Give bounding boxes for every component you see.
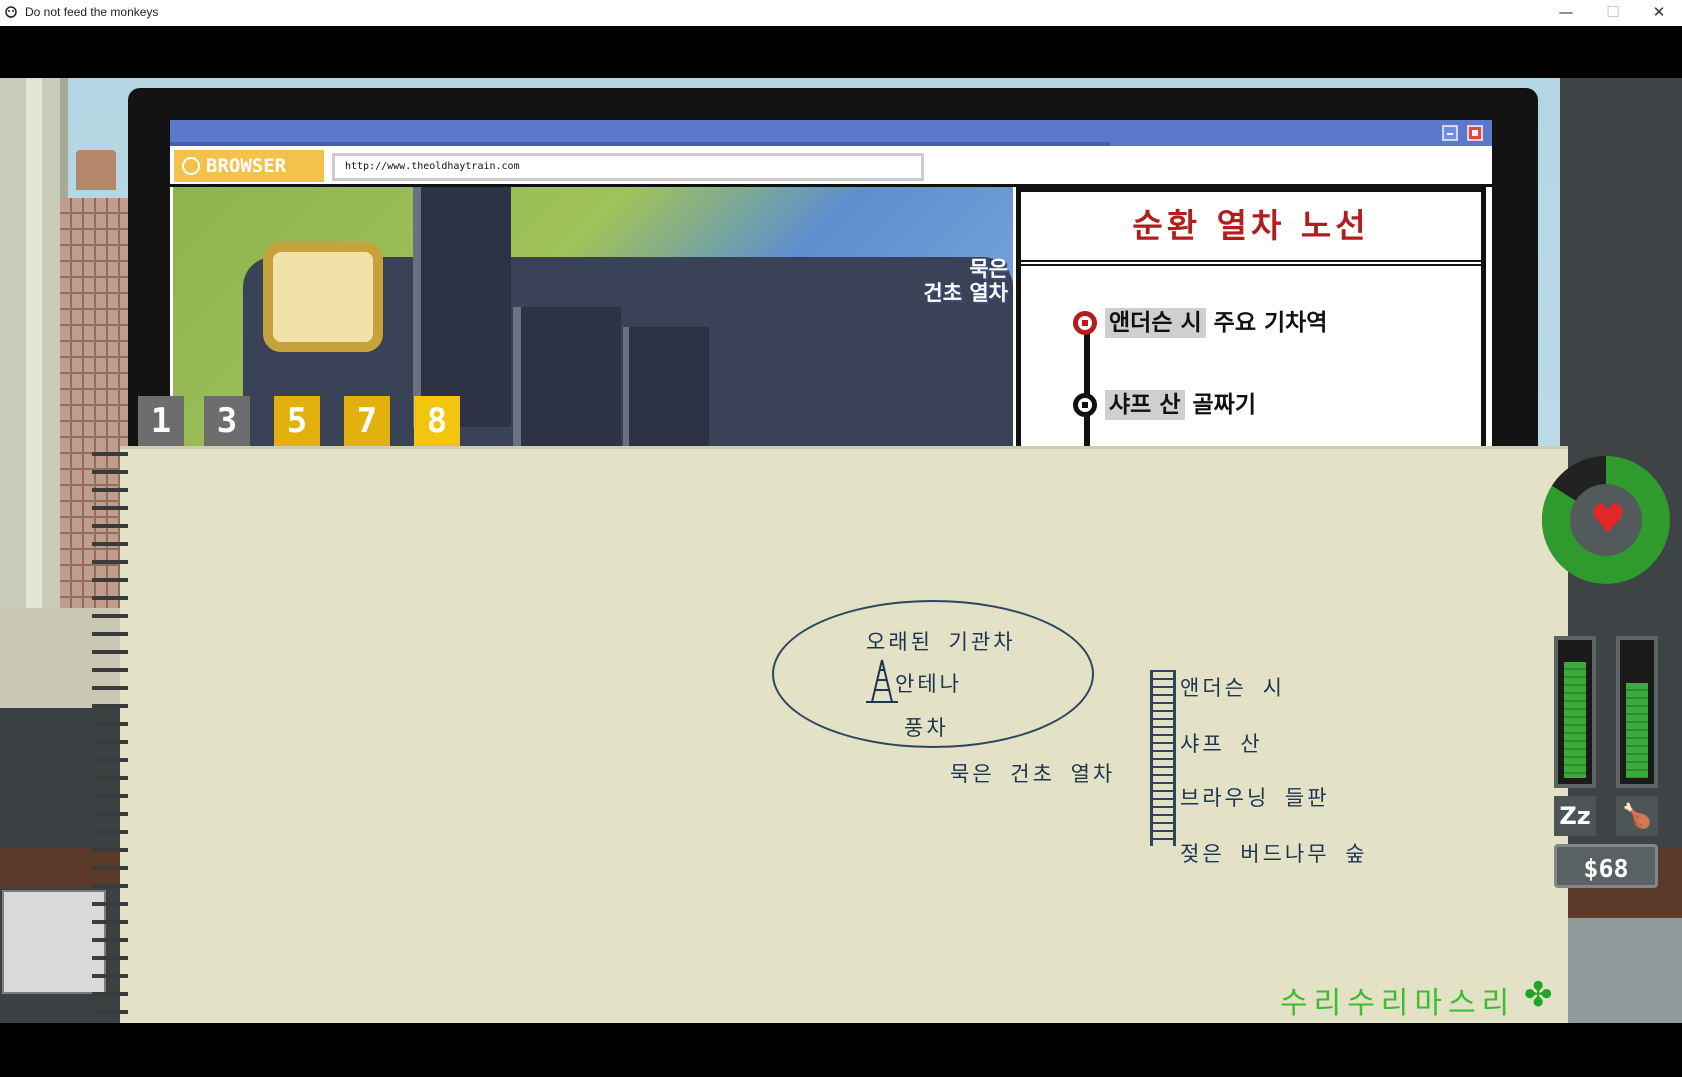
sleep-meter-fill bbox=[1564, 662, 1586, 778]
sticker-drawing bbox=[2, 890, 106, 994]
keyboard bbox=[1560, 918, 1682, 1023]
heart-icon: ♥ bbox=[1590, 497, 1626, 543]
route-title: 순환 열차 노선 bbox=[1021, 192, 1481, 266]
close-button[interactable]: ✕ bbox=[1636, 0, 1682, 26]
browser-titlebar bbox=[170, 120, 1492, 146]
window-title: Do not feed the monkeys bbox=[25, 5, 159, 19]
browser-logo-icon bbox=[182, 157, 200, 175]
water-tower bbox=[76, 150, 116, 190]
browser-toolbar: BROWSER http://www.theoldhaytrain.com bbox=[170, 146, 1492, 187]
notebook-tab-7[interactable]: 7 bbox=[344, 396, 390, 446]
url-input[interactable]: http://www.theoldhaytrain.com bbox=[332, 153, 924, 181]
route-stop-desc: 주요 기차역 bbox=[1213, 310, 1328, 336]
notebook-tab-5[interactable]: 5 bbox=[274, 396, 320, 446]
route-stop-name: 앤더슨 시 bbox=[1105, 308, 1206, 338]
train-headlamp bbox=[263, 242, 383, 352]
note-stop[interactable]: 앤더슨 시 bbox=[1180, 672, 1285, 702]
minimize-button[interactable]: — bbox=[1543, 0, 1589, 26]
note-stop[interactable]: 브라우닝 들판 bbox=[1180, 782, 1330, 812]
notebook-spiral bbox=[92, 446, 128, 1023]
note-windmill[interactable]: 풍차 bbox=[904, 712, 949, 742]
note-hay-train[interactable]: 묵은 건초 열차 bbox=[950, 758, 1115, 788]
train-caption-line1: 묵은 bbox=[969, 257, 1008, 281]
food-icon[interactable]: 🍗 bbox=[1616, 796, 1658, 836]
game-viewport: BROWSER http://www.theoldhaytrain.com 묵은… bbox=[0, 26, 1682, 1077]
browser-logo[interactable]: BROWSER bbox=[174, 150, 324, 182]
notebook-tab-3[interactable]: 3 bbox=[204, 396, 250, 446]
note-stop[interactable]: 젖은 버드나무 숲 bbox=[1180, 838, 1368, 868]
money-display: $68 bbox=[1554, 844, 1658, 888]
browser-logo-text: BROWSER bbox=[206, 155, 287, 177]
train-smokestack bbox=[413, 187, 511, 427]
clover-icon: ✤ bbox=[1524, 975, 1553, 1015]
sleep-meter bbox=[1554, 636, 1596, 788]
maximize-button[interactable]: ☐ bbox=[1590, 0, 1636, 26]
browser-minimize-button[interactable] bbox=[1442, 125, 1458, 141]
route-stop-desc: 골짜기 bbox=[1192, 392, 1256, 418]
food-meter-fill bbox=[1626, 683, 1648, 778]
game-scene: BROWSER http://www.theoldhaytrain.com 묵은… bbox=[0, 78, 1682, 1023]
sleep-icon[interactable]: Zz bbox=[1554, 796, 1596, 836]
window-titlebar: Do not feed the monkeys — ☐ ✕ bbox=[0, 0, 1682, 27]
window-frame-bar bbox=[26, 78, 42, 618]
notebook-tab-1[interactable]: 1 bbox=[138, 396, 184, 446]
note-antenna[interactable]: 안테나 bbox=[895, 668, 962, 698]
watermark-text: 수리수리마스리 bbox=[1280, 986, 1516, 1021]
route-stop-marker-icon bbox=[1073, 393, 1097, 417]
train-caption: 묵은 건초 열차 bbox=[833, 257, 1008, 305]
route-stop-marker-icon bbox=[1073, 311, 1097, 335]
note-old-locomotive[interactable]: 오래된 기관차 bbox=[866, 626, 1016, 656]
route-stop-name: 샤프 산 bbox=[1105, 390, 1185, 420]
monkey-app-icon bbox=[5, 6, 17, 18]
note-stop[interactable]: 샤프 산 bbox=[1180, 728, 1263, 758]
browser-close-button[interactable] bbox=[1467, 125, 1483, 141]
food-meter bbox=[1616, 636, 1658, 788]
route-stop[interactable]: 앤더슨 시 주요 기차역 bbox=[1073, 308, 1327, 338]
route-stop[interactable]: 샤프 산 골짜기 bbox=[1073, 390, 1256, 420]
train-caption-line2: 건초 열차 bbox=[923, 281, 1008, 305]
railway-track-icon bbox=[1150, 670, 1176, 846]
